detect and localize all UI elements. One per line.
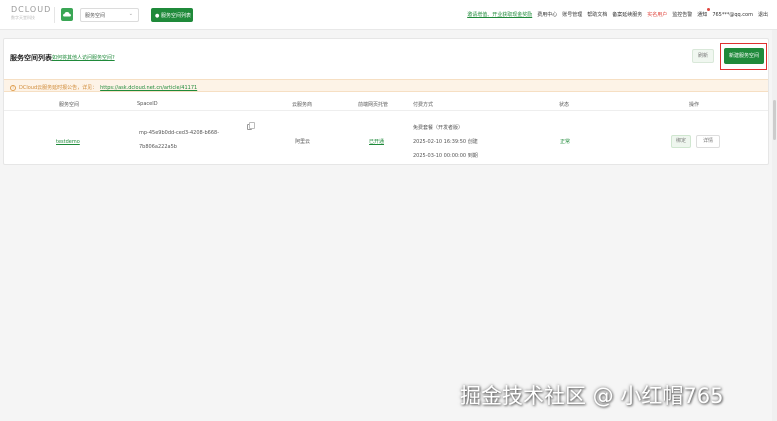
nav-billing-link[interactable]: 费用中心 — [537, 11, 557, 18]
scrollbar-thumb[interactable] — [773, 100, 776, 140]
watermark: 掘金技术社区 @ 小红帽765 — [460, 384, 724, 408]
logo-text: DCLOUD — [11, 5, 52, 14]
column-header-status: 状态 — [559, 102, 570, 108]
page-scrollbar[interactable] — [772, 30, 777, 421]
nav-filing-link[interactable]: 备案延续服务 — [612, 11, 642, 18]
provider-text: 阿里云 — [295, 139, 311, 145]
notice-url-link[interactable]: https://ask.dcloud.net.cn/article/41171 — [100, 85, 197, 91]
space-list-card: 服务空间列表 如何将其他人访问服务空间? 刷新 新建服务空间 ! DCloud云服… — [3, 38, 769, 165]
column-header-billing: 付费方式 — [413, 102, 434, 108]
billing-created: 2025-02-10 16:39:50 创建 — [413, 139, 478, 145]
card-header: 服务空间列表 如何将其他人访问服务空间? 刷新 新建服务空间 — [4, 39, 768, 74]
page-title: 服务空间列表 — [10, 54, 52, 62]
notice-banner: ! DCloud云服务延时报公告，详见： https://ask.dcloud.ne… — [4, 79, 768, 92]
nav-realname-link[interactable]: 实名用户 — [647, 11, 667, 18]
column-header-space: 服务空间 — [59, 102, 80, 108]
column-header-spaceid: SpaceID — [137, 101, 158, 107]
refresh-button[interactable]: 刷新 — [692, 49, 714, 63]
top-navigation-bar: DCLOUD 数字天堂科技 服务空间 ⌄ ● 服务空间列表 邀请增值、开业获取现… — [0, 0, 777, 30]
chevron-down-icon: ⌄ — [128, 11, 133, 17]
logo-subtitle: 数字天堂科技 — [11, 15, 35, 20]
cloud-app-icon[interactable] — [61, 8, 73, 21]
warning-icon: ! — [10, 84, 16, 91]
topbar-divider — [54, 7, 55, 23]
bind-button[interactable]: 绑定 — [671, 135, 691, 148]
help-link[interactable]: 如何将其他人访问服务空间? — [52, 54, 115, 61]
logout-link[interactable]: 退出 — [758, 11, 768, 18]
dcloud-logo[interactable]: DCLOUD 数字天堂科技 — [11, 5, 52, 25]
hosting-link[interactable]: 已开通 — [369, 138, 384, 145]
nav-monitor-link[interactable]: 监控告警 — [672, 11, 692, 18]
notification-wrapper: 通知 — [697, 8, 711, 18]
user-email[interactable]: 765***@qq.com — [712, 12, 753, 18]
space-id-line1: mp-45e9b0dd-ced3-4208-b668- — [139, 130, 220, 136]
notice-text: DCloud云服务延时报公告，详见： — [19, 85, 98, 91]
copy-icon[interactable] — [247, 122, 255, 130]
billing-plan: 免费套餐（开发者版） — [413, 125, 464, 131]
space-select-dropdown[interactable]: 服务空间 ⌄ — [80, 8, 139, 22]
nav-account-link[interactable]: 账号管理 — [562, 11, 582, 18]
column-header-hosting: 前端网页托管 — [358, 102, 389, 108]
space-id-line2: 7b806a222a5b — [139, 144, 177, 150]
detail-button[interactable]: 详情 — [696, 135, 720, 148]
nav-notification-link[interactable]: 通知 — [697, 12, 707, 18]
billing-expires: 2025-03-10 00:00:00 到期 — [413, 153, 478, 159]
new-space-button[interactable]: 新建服务空间 — [724, 48, 764, 64]
nav-invite-link[interactable]: 邀请增值、开业获取现金奖励 — [467, 11, 532, 18]
space-name-link[interactable]: testdemo — [56, 139, 80, 145]
table-header: 服务空间 SpaceID 云服务商 前端网页托管 付费方式 状态 操作 — [4, 97, 768, 111]
column-header-provider: 云服务商 — [292, 102, 313, 108]
column-header-actions: 操作 — [689, 102, 700, 108]
notification-badge — [707, 8, 711, 11]
table-row: testdemo mp-45e9b0dd-ced3-4208-b668- 7b8… — [4, 112, 768, 162]
top-right-nav: 邀请增值、开业获取现金奖励 费用中心 账号管理 帮助文档 备案延续服务 实名用户… — [467, 8, 768, 18]
nav-docs-link[interactable]: 帮助文档 — [587, 11, 607, 18]
space-list-button[interactable]: ● 服务空间列表 — [151, 8, 193, 22]
status-badge: 正常 — [560, 139, 571, 145]
space-select-value: 服务空间 — [85, 13, 106, 19]
